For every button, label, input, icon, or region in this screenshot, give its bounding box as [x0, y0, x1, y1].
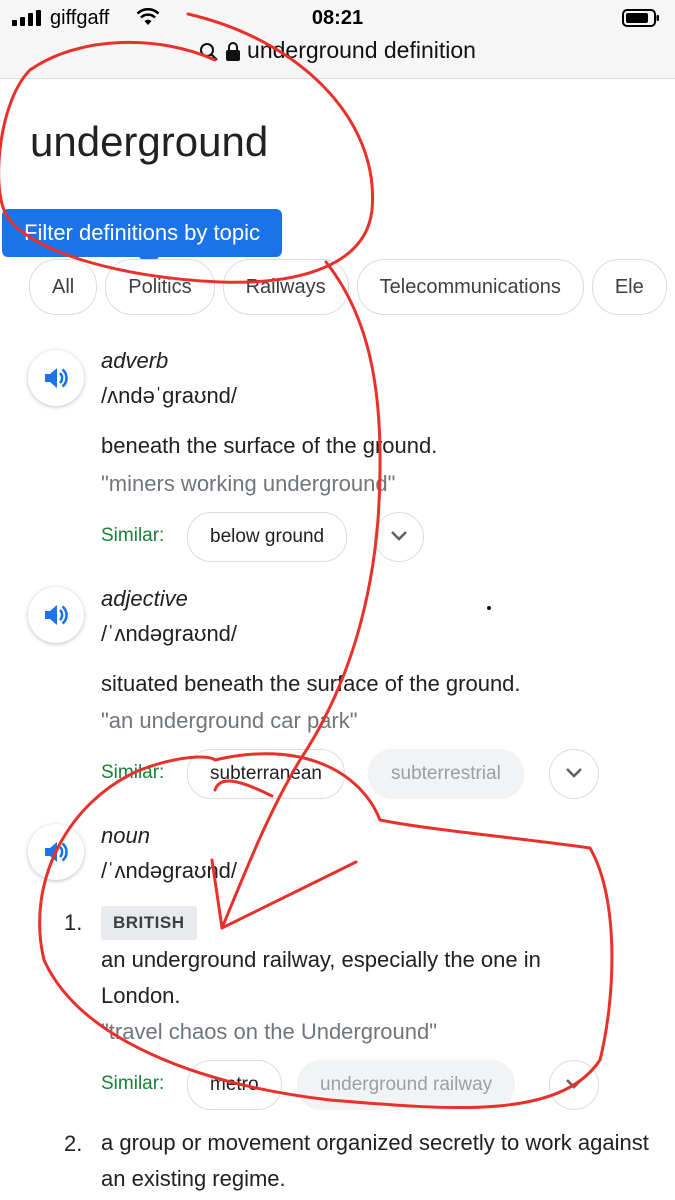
part-of-speech: adjective — [101, 586, 188, 611]
chip-all[interactable]: All — [29, 259, 98, 315]
example: "travel chaos on the Underground" — [101, 1019, 438, 1044]
synonym-chip[interactable]: subterrestrial — [368, 749, 524, 799]
search-icon — [200, 42, 218, 61]
speaker-icon — [45, 368, 68, 388]
pronunciation: /ˈʌndəɡraʊnd/ — [101, 621, 238, 646]
speaker-button-adjective[interactable] — [28, 587, 84, 643]
definition: an underground railway, especially the o… — [101, 947, 541, 1008]
definition: a group or movement organized secretly t… — [101, 1130, 649, 1191]
part-of-speech: noun — [101, 823, 150, 848]
lock-icon — [226, 41, 241, 61]
synonym-chip[interactable]: metro — [187, 1060, 282, 1110]
expand-synonyms-button[interactable] — [549, 749, 599, 799]
speaker-icon — [45, 605, 68, 625]
definition: beneath the surface of the ground. — [101, 433, 438, 458]
similar-label: Similar: — [101, 1073, 165, 1094]
synonym-chip[interactable]: below ground — [187, 512, 348, 562]
speaker-button-noun[interactable] — [28, 824, 84, 880]
url-text: underground definition — [247, 37, 476, 63]
similar-label: Similar: — [101, 762, 165, 783]
speaker-icon — [45, 842, 68, 862]
region-badge: BRITISH — [101, 906, 197, 940]
chevron-down-icon — [566, 768, 582, 778]
part-of-speech: adverb — [101, 348, 169, 373]
chip-politics[interactable]: Politics — [105, 259, 215, 315]
chevron-down-icon — [566, 1079, 582, 1089]
clock: 08:21 — [311, 7, 364, 29]
topic-chip-row: All Politics Railways Telecommunications Ele — [29, 259, 675, 317]
chip-railways[interactable]: Railways — [222, 259, 349, 315]
sense-number: 1. — [64, 910, 83, 935]
pronunciation: /ˈʌndəɡraʊnd/ — [101, 858, 238, 883]
chevron-down-icon — [391, 531, 407, 541]
battery-icon — [622, 9, 659, 27]
synonym-chip[interactable]: subterranean — [187, 749, 345, 799]
stray-dot — [487, 606, 491, 610]
expand-synonyms-button[interactable] — [549, 1060, 599, 1110]
headword: underground — [30, 118, 269, 165]
address-bar[interactable]: underground definition — [0, 32, 675, 79]
pronunciation: /ʌndəˈɡraʊnd/ — [101, 383, 238, 408]
speaker-button-adverb[interactable] — [28, 350, 84, 406]
similar-label: Similar: — [101, 525, 165, 546]
expand-synonyms-button[interactable] — [374, 512, 424, 562]
chip-telecommunications[interactable]: Telecommunications — [356, 259, 584, 315]
chip-ele[interactable]: Ele — [591, 259, 667, 315]
synonym-chip[interactable]: underground railway — [297, 1060, 516, 1110]
definition: situated beneath the surface of the grou… — [101, 671, 521, 696]
example: "an underground car park" — [101, 708, 358, 733]
example: "miners working underground" — [101, 471, 396, 496]
sense-number: 2. — [64, 1131, 83, 1156]
filter-tooltip: Filter definitions by topic — [2, 209, 282, 267]
